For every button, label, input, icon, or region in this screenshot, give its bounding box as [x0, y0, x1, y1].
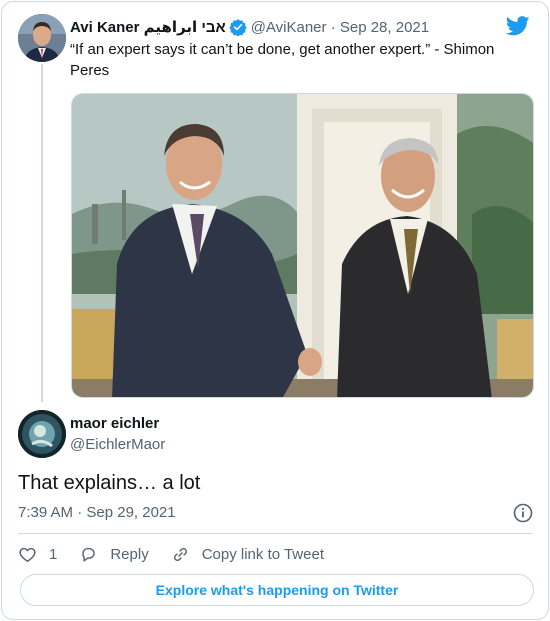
verified-badge-icon — [229, 18, 247, 37]
actions-divider — [18, 533, 532, 534]
reply-author-handle[interactable]: @EichlerMaor — [70, 436, 165, 453]
author-display-name[interactable]: Avi Kaner אבי ابراهيم — [70, 18, 226, 36]
parent-tweet-header: Avi Kaner אבי ابراهيم @AviKaner · Sep 28… — [70, 16, 429, 38]
reply-timestamp[interactable]: 7:39 AM · Sep 29, 2021 — [18, 504, 176, 521]
reply-icon — [82, 547, 96, 562]
explore-twitter-button[interactable]: Explore what's happening on Twitter — [20, 574, 534, 606]
avatar-maor-eichler[interactable] — [18, 410, 66, 458]
link-icon — [173, 547, 187, 561]
embedded-tweet-card: Avi Kaner אבי ابراهيم @AviKaner · Sep 28… — [1, 1, 549, 620]
tweet-photo[interactable] — [71, 93, 534, 398]
copy-link-button[interactable]: Copy link to Tweet — [171, 545, 324, 564]
info-icon[interactable] — [512, 502, 534, 524]
tweet-actions-bar: 1 Reply Copy link to Tweet — [18, 543, 346, 565]
heart-icon — [19, 547, 36, 562]
copy-link-label: Copy link to Tweet — [201, 545, 324, 563]
like-count: 1 — [49, 545, 58, 563]
reply-author-name[interactable]: maor eichler — [70, 415, 159, 432]
avatar-avi-kaner[interactable] — [18, 14, 66, 62]
parent-tweet-text: “If an expert says it can’t be done, get… — [70, 41, 495, 79]
like-button[interactable]: 1 — [18, 545, 57, 564]
twitter-bird-icon[interactable] — [505, 16, 530, 36]
reply-button[interactable]: Reply — [79, 545, 149, 564]
reply-tweet-text: That explains… a lot — [18, 472, 201, 494]
author-handle-and-date[interactable]: @AviKaner · Sep 28, 2021 — [251, 19, 429, 36]
reply-label: Reply — [110, 545, 149, 563]
thread-connector-line — [41, 64, 43, 402]
